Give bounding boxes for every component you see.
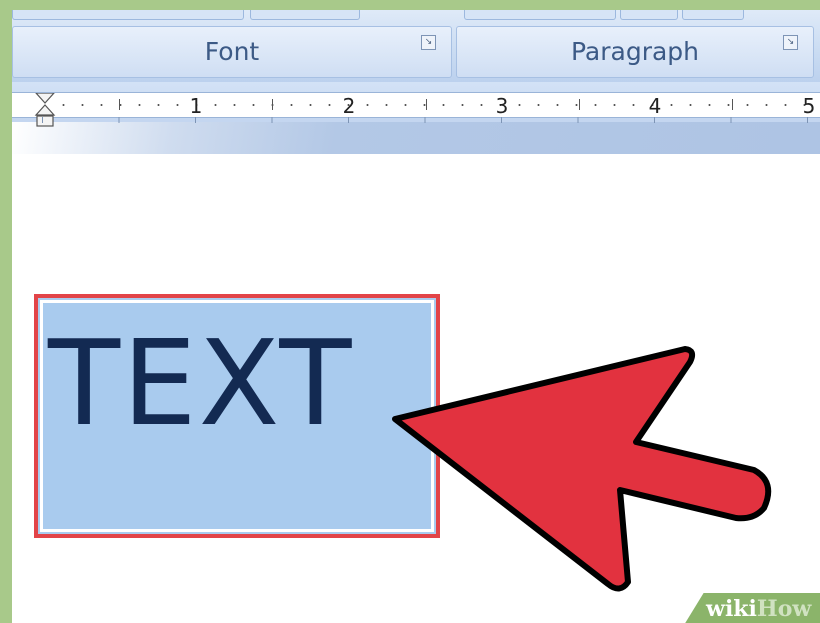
ribbon-button-stub[interactable]	[620, 10, 678, 20]
horizontal-ruler[interactable]: 1 2 3 4 5	[12, 92, 820, 127]
ruler-number: 5	[802, 94, 816, 118]
ruler-number: 3	[495, 94, 509, 118]
ruler-dots	[54, 104, 808, 106]
ribbon-button-stub[interactable]	[12, 10, 244, 20]
font-dialog-launcher-icon[interactable]: ↘	[421, 35, 436, 50]
paragraph-group: Paragraph ↘	[456, 26, 814, 78]
ruler-shadow	[12, 122, 820, 154]
indent-marker-icon[interactable]	[34, 93, 56, 129]
ruler-area: 1 2 3 4 5	[12, 82, 820, 154]
word-window: Font ↘ Paragraph ↘ 1 2 3 4 5 TEXT wikiHo…	[12, 10, 820, 623]
ribbon-button-stub[interactable]	[682, 10, 744, 20]
ruler-tick	[579, 99, 580, 110]
ruler-number: 2	[342, 94, 356, 118]
document-page[interactable]: TEXT wikiHow	[12, 154, 820, 623]
wikihow-watermark: wikiHow	[684, 593, 820, 623]
watermark-part1: wiki	[706, 596, 757, 622]
ruler-tab-ticks	[12, 117, 820, 123]
watermark-part2: How	[756, 596, 812, 622]
ribbon-button-stub[interactable]	[464, 10, 616, 20]
paragraph-dialog-launcher-icon[interactable]: ↘	[783, 35, 798, 50]
ruler-number: 4	[648, 94, 662, 118]
red-arrow-icon	[392, 346, 772, 592]
font-group-label: Font	[204, 37, 260, 66]
ruler-tick	[272, 99, 273, 110]
ruler-tick	[426, 99, 427, 110]
font-group: Font ↘	[12, 26, 452, 78]
ruler-tick	[119, 99, 120, 110]
ruler-number: 1	[189, 94, 203, 118]
ribbon-button-stub[interactable]	[250, 10, 360, 20]
arrow-shape	[392, 346, 772, 592]
ribbon: Font ↘ Paragraph ↘	[12, 10, 820, 83]
paragraph-group-label: Paragraph	[570, 37, 700, 66]
ruler-tick	[732, 99, 733, 110]
